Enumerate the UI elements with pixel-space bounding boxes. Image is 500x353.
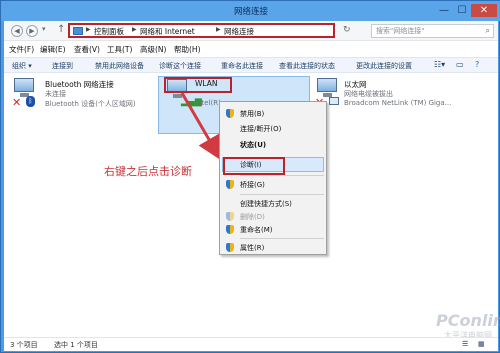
shield-icon — [226, 109, 234, 118]
shield-icon — [226, 180, 234, 189]
menu-divider — [240, 238, 324, 239]
content-area: ◀ ▶ ▾ ↑ ▶ 控制面板 ▶ 网络和 Internet ▶ 网络连接 ↻ 搜… — [4, 21, 500, 351]
explorer-window: 网络连接 — ☐ ✕ ◀ ▶ ▾ ↑ ▶ 控制面板 ▶ 网络和 Internet… — [0, 0, 500, 353]
menu-divider — [240, 175, 324, 176]
window-title: 网络连接 — [233, 7, 268, 17]
item-count: 3 个项目 — [10, 341, 38, 349]
menu-item-disable[interactable]: 禁用(B) — [220, 107, 326, 120]
menu-item-rename-label: 重命名(M) — [240, 226, 273, 234]
menu-divider — [240, 194, 324, 195]
menu-item-rename[interactable]: 重命名(M) — [220, 223, 326, 236]
maximize-button[interactable]: ☐ — [453, 4, 471, 17]
menu-item-delete-label: 删除(D) — [240, 213, 265, 221]
menu-item-connect[interactable]: 连接/断开(O) — [220, 122, 326, 135]
menu-item-bridge-label: 桥接(G) — [240, 181, 265, 189]
title-bar[interactable]: 网络连接 — ☐ ✕ — [1, 1, 500, 21]
details-view-icon[interactable]: ☰ — [462, 340, 468, 348]
menu-item-properties-label: 属性(R) — [240, 244, 265, 252]
menu-item-bridge[interactable]: 桥接(G) — [220, 178, 326, 191]
selected-count: 选中 1 个项目 — [54, 341, 98, 349]
close-button[interactable]: ✕ — [471, 4, 497, 17]
context-menu: 禁用(B) 连接/断开(O) 状态(U) 诊断(I) 桥接(G) 创建快捷方式(… — [219, 101, 327, 255]
status-bar: 3 个项目 选中 1 个项目 ☰ ▦ — [4, 337, 498, 351]
menu-item-connect-label: 连接/断开(O) — [240, 125, 282, 133]
minimize-button[interactable]: — — [435, 4, 453, 17]
annotation-text: 右键之后点击诊断 — [104, 165, 192, 178]
menu-item-properties[interactable]: 属性(R) — [220, 241, 326, 254]
menu-item-shortcut-label: 创建快捷方式(S) — [240, 200, 292, 208]
menu-item-status[interactable]: 状态(U) — [220, 138, 326, 151]
menu-item-disable-label: 禁用(B) — [240, 110, 265, 118]
shield-icon — [226, 225, 234, 234]
shield-icon — [226, 243, 234, 252]
menu-item-status-label: 状态(U) — [240, 141, 267, 149]
menu-item-delete: 删除(D) — [220, 210, 326, 223]
pconline-watermark: PConline — [436, 311, 500, 330]
menu-item-shortcut[interactable]: 创建快捷方式(S) — [220, 197, 326, 210]
tiles-view-icon[interactable]: ▦ — [478, 340, 485, 348]
diagnose-highlight-box — [223, 157, 285, 175]
shield-icon — [226, 212, 234, 221]
